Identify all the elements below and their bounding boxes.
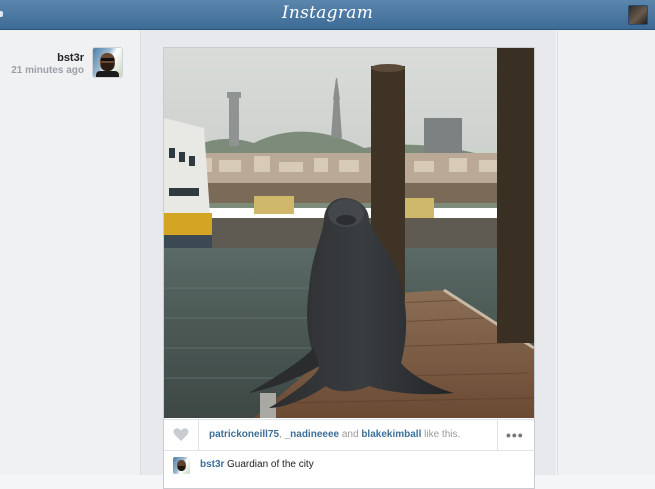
post-timestamp[interactable]: 21 minutes ago [11, 65, 84, 76]
top-navigation-bar: Instagram [0, 0, 655, 30]
caption-author-avatar[interactable] [173, 457, 190, 474]
more-options-button[interactable]: ••• [497, 420, 534, 450]
like-button[interactable] [164, 420, 199, 450]
liker-link[interactable]: _nadineeee [285, 429, 339, 440]
caption-text: Guardian of the city [227, 459, 314, 470]
post-author-avatar[interactable] [93, 48, 122, 77]
instagram-logo[interactable]: Instagram [0, 3, 655, 23]
profile-avatar-button[interactable] [628, 5, 648, 25]
liker-link[interactable]: blakekimball [361, 429, 421, 440]
post-author-column: bst3r 21 minutes ago [0, 30, 141, 475]
post-card: patrickoneill75, _nadineeee and blakekim… [163, 47, 535, 489]
ellipsis-icon: ••• [506, 427, 524, 443]
post-photo[interactable] [164, 48, 534, 418]
likes-bar: patrickoneill75, _nadineeee and blakekim… [164, 419, 534, 451]
liker-link[interactable]: patrickoneill75 [209, 429, 279, 440]
post-caption: bst3r Guardian of the city [164, 451, 534, 485]
likes-summary: patrickoneill75, _nadineeee and blakekim… [209, 429, 461, 440]
post-author-username[interactable]: bst3r [57, 52, 84, 64]
right-gutter [557, 30, 655, 475]
caption-username[interactable]: bst3r [200, 459, 224, 470]
heart-icon [173, 428, 189, 441]
